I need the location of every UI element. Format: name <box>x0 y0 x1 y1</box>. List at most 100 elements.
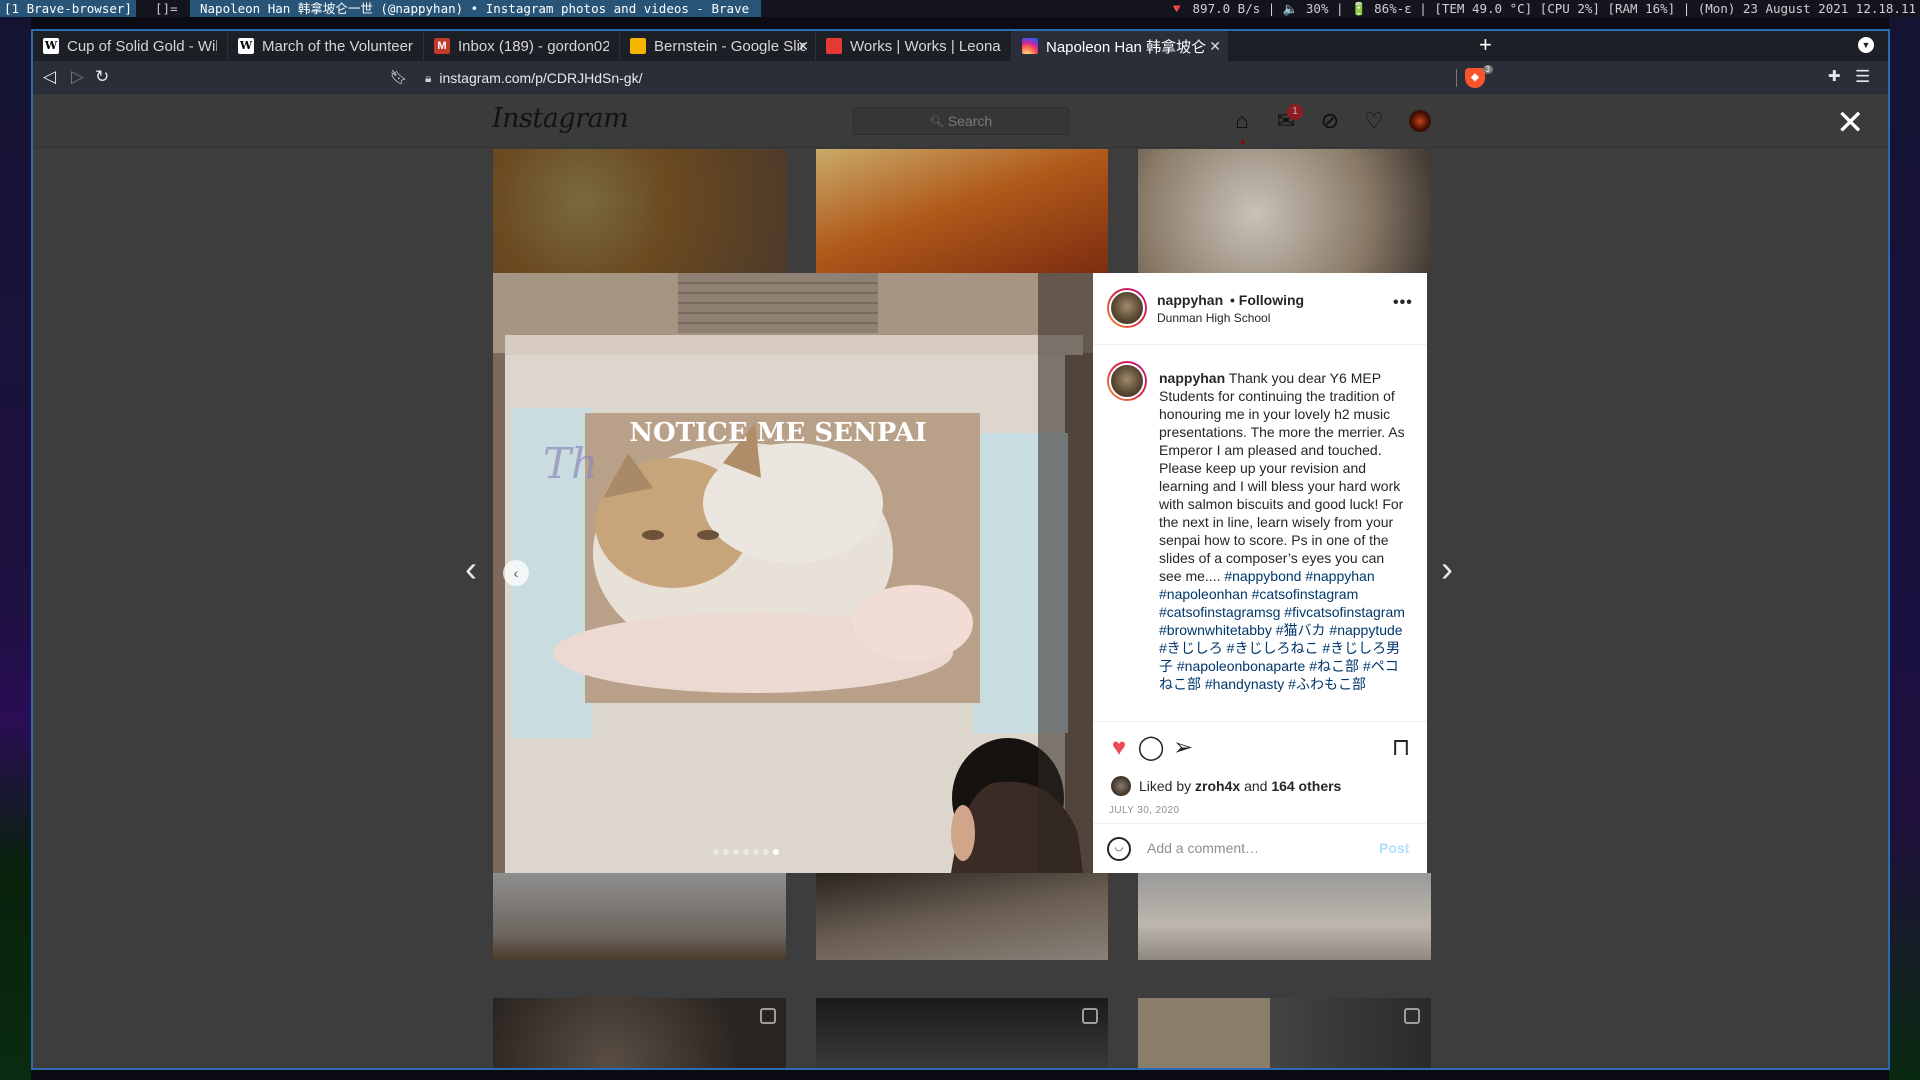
next-post-arrow-icon[interactable]: › <box>1441 551 1453 587</box>
system-status-text: 🔻 897.0 B/s | 🔈 30% | 🔋 86%-ε | [TEM 49.… <box>1169 1 1916 16</box>
wikipedia-icon: W <box>43 38 59 54</box>
tab-search-chevron-icon[interactable]: ▼ <box>1858 37 1874 53</box>
grid-thumbnail[interactable] <box>493 998 786 1068</box>
browser-window: W Cup of Solid Gold - Wikipedia W March … <box>31 29 1890 1070</box>
bookmark-icon[interactable]: 🔖︎ <box>390 67 408 87</box>
post-date[interactable]: JULY 30, 2020 <box>1109 805 1179 816</box>
new-tab-plus-icon[interactable]: + <box>1479 34 1492 56</box>
grid-thumbnail[interactable] <box>493 149 786 279</box>
carousel-dot <box>753 849 759 855</box>
tab-march-of-the-volunteers[interactable]: W March of the Volunteers - Wikipedia <box>228 31 424 61</box>
search-icon: 🔍︎ <box>929 115 944 128</box>
grid-thumbnail[interactable] <box>493 873 786 960</box>
tab-title: Inbox (189) - gordon0226hotmail <box>458 37 609 55</box>
address-bar[interactable]: 🔒︎ instagram.com/p/CDRJHdSn-gk/ ◆ 3 <box>417 65 1497 91</box>
likes-summary: Liked by zroh4x and 164 others <box>1111 776 1341 796</box>
active-indicator-dot <box>1241 140 1245 144</box>
caption-avatar[interactable] <box>1107 361 1147 401</box>
browser-toolbar: ◁ ▷ ↻ 🔖︎ 🔒︎ instagram.com/p/CDRJHdSn-gk/… <box>33 61 1888 94</box>
post-location[interactable]: Dunman High School <box>1157 311 1270 325</box>
shields-count-badge: 3 <box>1482 65 1493 74</box>
post-photo-projector-cat: Th NOTICE ME SENPAI <box>493 273 1093 873</box>
mail-icon: M <box>434 38 450 54</box>
caption-text: Thank you dear Y6 MEP Students for conti… <box>1159 370 1405 584</box>
search-input[interactable]: 🔍︎ Search <box>853 107 1069 135</box>
author-avatar[interactable] <box>1107 288 1147 328</box>
post-media: Th NOTICE ME SENPAI ‹ <box>493 273 1093 873</box>
liker-avatar[interactable] <box>1111 776 1131 796</box>
back-arrow-icon[interactable]: ◁ <box>43 67 56 87</box>
grid-thumbnail[interactable] <box>1138 873 1431 960</box>
tab-title: Napoleon Han 韩拿坡仑一世 <box>1046 38 1206 56</box>
desktop-wallpaper-right <box>1889 17 1920 1080</box>
grid-thumbnail[interactable] <box>1138 149 1431 279</box>
post-details-panel: nappyhan • Following Dunman High School … <box>1093 273 1427 873</box>
carousel-dot <box>733 849 739 855</box>
tab-strip: W Cup of Solid Gold - Wikipedia W March … <box>33 31 1888 61</box>
explore-compass-icon[interactable]: ⊘ <box>1317 108 1343 134</box>
address-bar-divider <box>1456 69 1457 87</box>
post-caption: nappyhan Thank you dear Y6 MEP Students … <box>1159 369 1409 693</box>
post-header: nappyhan • Following Dunman High School … <box>1093 273 1427 345</box>
workspace-indicator[interactable]: [1 Brave-browser] <box>0 0 136 17</box>
menu-hamburger-icon[interactable]: ☰ <box>1855 67 1870 87</box>
author-username[interactable]: nappyhan <box>1157 292 1223 308</box>
caption-username[interactable]: nappyhan <box>1159 370 1225 386</box>
image-overlay-text: NOTICE ME SENPAI <box>629 418 927 448</box>
url-text[interactable]: instagram.com/p/CDRJHdSn-gk/ <box>439 70 642 86</box>
home-icon[interactable]: ⌂ <box>1229 108 1255 134</box>
post-comment-button[interactable]: Post <box>1379 840 1409 856</box>
tab-title: Works | Works | Leonard Bernstein <box>850 37 1001 55</box>
carousel-dot <box>773 849 779 855</box>
pdf-icon <box>826 38 842 54</box>
instagram-logo[interactable]: Instagram <box>492 103 629 134</box>
search-placeholder: Search <box>947 113 993 129</box>
carousel-prev-button[interactable]: ‹ <box>503 560 529 586</box>
grid-thumbnail[interactable] <box>816 149 1108 279</box>
focused-window-title: Napoleon Han 韩拿坡仑一世 (@nappyhan) • Instag… <box>190 0 762 17</box>
close-modal-icon[interactable]: ✕ <box>1836 106 1865 140</box>
follow-status[interactable]: • Following <box>1230 292 1304 308</box>
carousel-dot <box>763 849 769 855</box>
instagram-icon <box>1022 38 1038 54</box>
like-heart-icon[interactable]: ♥ <box>1105 734 1133 762</box>
reload-icon[interactable]: ↻ <box>95 67 109 87</box>
carousel-dot <box>743 849 749 855</box>
profile-avatar[interactable] <box>1409 110 1431 132</box>
brave-shields-icon[interactable]: ◆ <box>1465 68 1485 88</box>
caption-hashtags[interactable]: #nappybond #nappyhan #napoleonhan #catso… <box>1159 568 1405 692</box>
close-tab-icon[interactable]: ✕ <box>1209 38 1221 55</box>
emoji-smiley-icon[interactable]: ◡ <box>1107 837 1131 861</box>
liked-by-user[interactable]: zroh4x <box>1195 778 1240 794</box>
comment-form: ◡ Post <box>1093 823 1427 874</box>
tab-works-leonard-bernstein[interactable]: Works | Works | Leonard Bernstein <box>816 31 1012 61</box>
activity-heart-icon[interactable]: ♡ <box>1361 108 1387 134</box>
more-options-icon[interactable]: ••• <box>1393 294 1413 312</box>
comment-bubble-icon[interactable]: ◯ <box>1137 734 1165 762</box>
tab-title: March of the Volunteers - Wikipedia <box>262 37 413 55</box>
extensions-puzzle-icon[interactable]: ✚ <box>1828 67 1841 87</box>
carousel-dot <box>723 849 729 855</box>
forward-arrow-icon[interactable]: ▷ <box>71 67 84 87</box>
liked-by-and: and <box>1244 778 1268 794</box>
carousel-dots <box>713 849 783 855</box>
layout-indicator: []= <box>155 1 178 16</box>
svg-text:Th: Th <box>543 439 598 488</box>
tab-napoleon-han-instagram[interactable]: Napoleon Han 韩拿坡仑一世 ✕ <box>1012 31 1228 61</box>
previous-post-arrow-icon[interactable]: ‹ <box>465 551 477 587</box>
share-paper-plane-icon[interactable]: ➢ <box>1169 734 1197 762</box>
tab-bernstein-slides[interactable]: Bernstein - Google Slides ✕ <box>620 31 816 61</box>
grid-thumbnail[interactable] <box>816 998 1108 1068</box>
grid-thumbnail[interactable] <box>1138 998 1431 1068</box>
carousel-multi-icon <box>1082 1008 1098 1024</box>
liked-by-prefix: Liked by <box>1139 778 1192 794</box>
tab-cup-of-solid-gold[interactable]: W Cup of Solid Gold - Wikipedia <box>33 31 228 61</box>
save-bookmark-icon[interactable]: ⊓ <box>1387 734 1415 762</box>
liked-by-others[interactable]: 164 others <box>1271 778 1341 794</box>
lock-icon: 🔒︎ <box>425 70 432 85</box>
grid-thumbnail[interactable] <box>816 873 1108 960</box>
carousel-multi-icon <box>1404 1008 1420 1024</box>
close-tab-icon[interactable]: ✕ <box>797 38 809 55</box>
comment-input[interactable] <box>1147 840 1367 856</box>
tab-inbox[interactable]: M Inbox (189) - gordon0226hotmail <box>424 31 620 61</box>
